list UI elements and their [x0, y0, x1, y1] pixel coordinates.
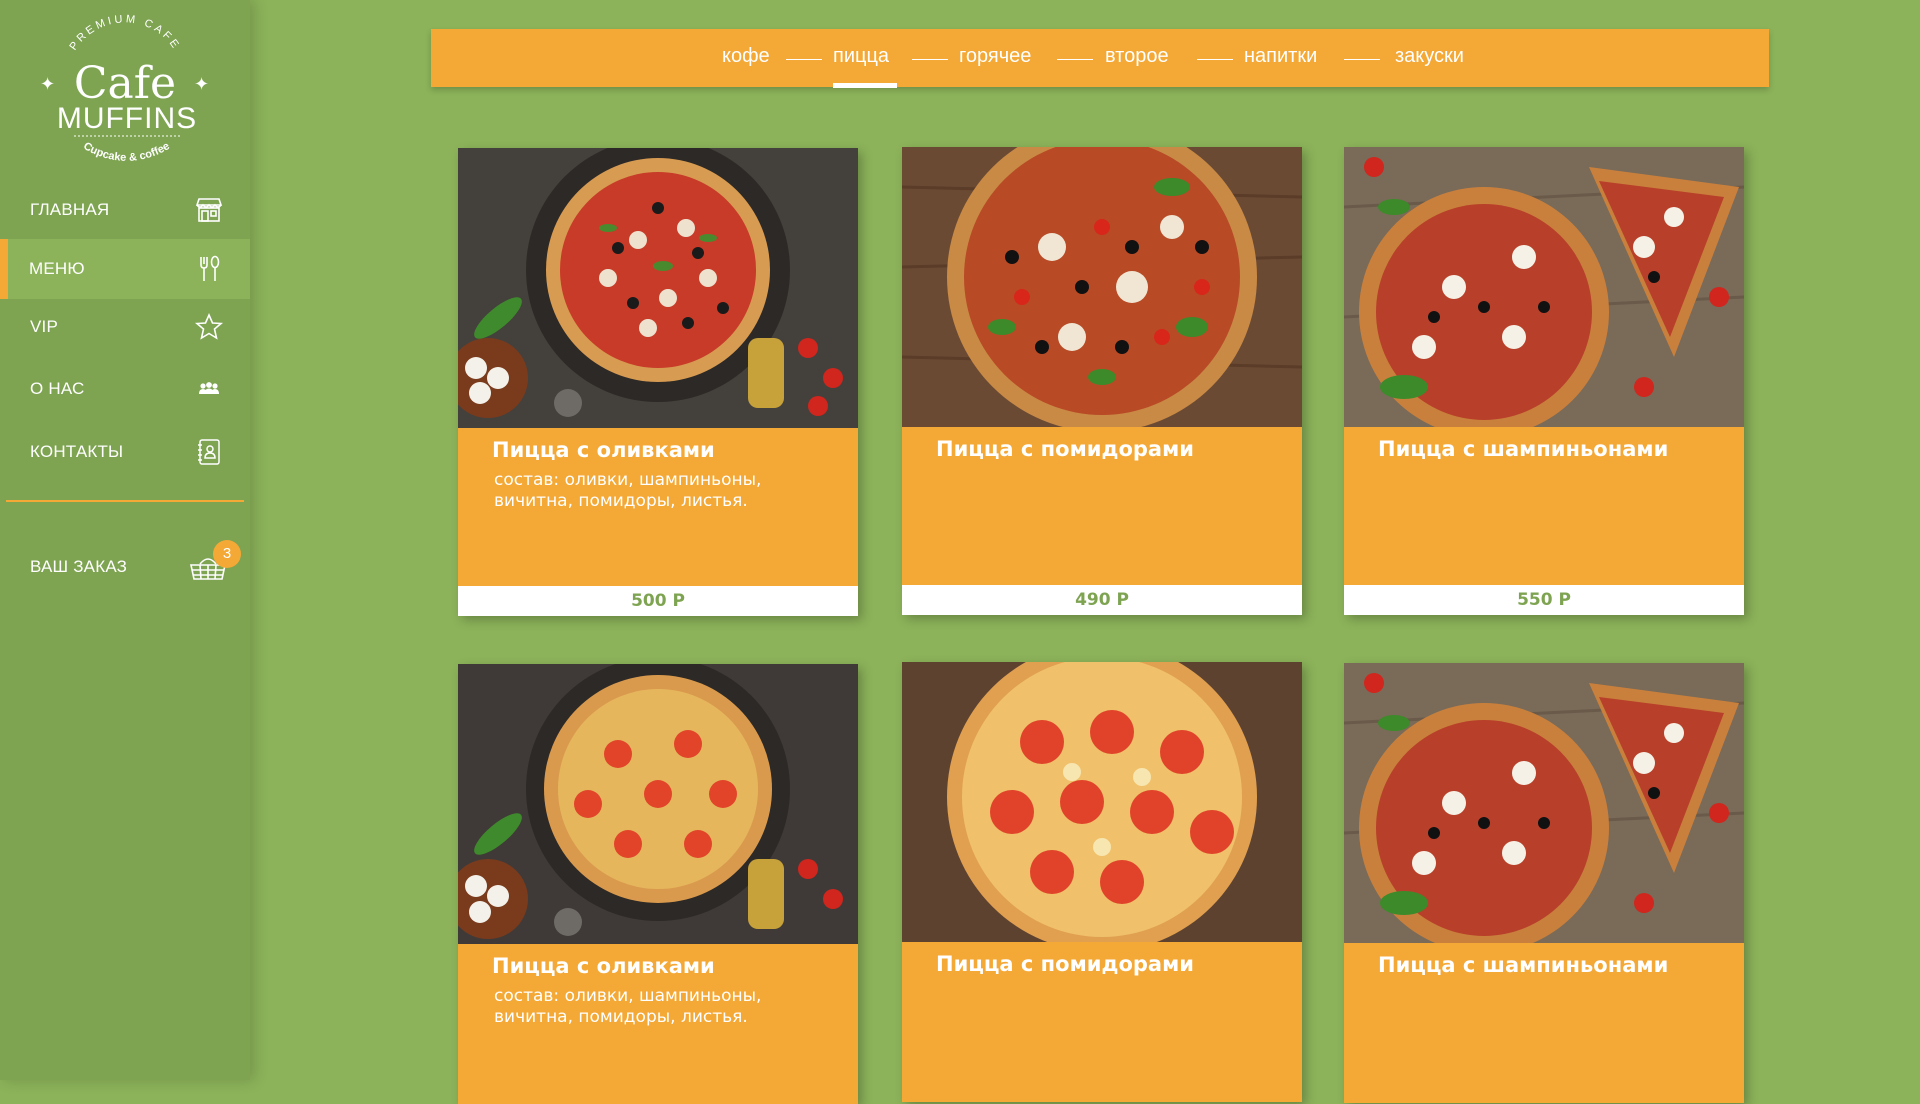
product-title: Пицца с шампиньонами	[1378, 437, 1669, 461]
sidebar-item-label: ГЛАВНАЯ	[30, 200, 110, 219]
tab-snacks[interactable]: закуски	[1395, 45, 1464, 68]
sidebar: PREMIUM CAFE Cafe ✦ ✦ MUFFINS Cupcake & …	[0, 0, 250, 1080]
tab-coffee[interactable]: кофе	[722, 45, 770, 68]
tab-drinks[interactable]: напитки	[1244, 45, 1317, 68]
tab-main-course[interactable]: второе	[1105, 45, 1169, 68]
pizza-olives-image	[458, 148, 858, 428]
sidebar-item-menu[interactable]: МЕНЮ	[0, 239, 250, 299]
product-title: Пицца с оливками	[492, 954, 715, 978]
tab-hot[interactable]: горячее	[959, 45, 1031, 68]
cart-count-badge: 3	[213, 540, 241, 568]
product-card[interactable]: Пицца с помидорами	[902, 662, 1302, 1102]
cafe-logo[interactable]: PREMIUM CAFE Cafe ✦ ✦ MUFFINS Cupcake & …	[30, 14, 220, 164]
contacts-book-icon	[194, 437, 224, 467]
sidebar-item-label: VIP	[30, 317, 59, 336]
sidebar-item-contacts[interactable]: КОНТАКТЫ	[0, 422, 250, 482]
product-description: состав: оливки, шампиньоны, вичитна, пом…	[494, 470, 762, 511]
tab-pizza[interactable]: пицца	[833, 45, 889, 68]
product-card[interactable]: Пицца с шампиньонами 550 Р	[1344, 147, 1744, 615]
sidebar-item-about[interactable]: О НАС	[0, 359, 250, 419]
store-icon	[194, 195, 224, 225]
logo-name-line2: MUFFINS	[57, 102, 197, 135]
product-price: 500 Р	[458, 586, 858, 616]
order-button[interactable]: ВАШ ЗАКАЗ	[0, 537, 250, 597]
pizza-tomatoes-image	[902, 662, 1302, 942]
category-bar: кофе пицца горячее второе напитки закуск…	[431, 29, 1769, 87]
sidebar-item-home[interactable]: ГЛАВНАЯ	[0, 180, 250, 240]
svg-text:✦: ✦	[194, 74, 209, 95]
pizza-mushrooms-image	[1344, 663, 1744, 943]
fork-spoon-icon	[194, 254, 224, 284]
order-label: ВАШ ЗАКАЗ	[30, 557, 128, 576]
svg-text:Cupcake & coffee: Cupcake & coffee	[81, 140, 172, 164]
product-card[interactable]: Пицца с оливками состав: оливки, шампинь…	[458, 148, 858, 616]
sidebar-divider	[6, 500, 244, 502]
pizza-mushrooms-image	[1344, 147, 1744, 427]
product-card[interactable]: Пицца с помидорами 490 Р	[902, 147, 1302, 615]
product-description: состав: оливки, шампиньоны, вичитна, пом…	[494, 986, 762, 1027]
sidebar-item-label: О НАС	[30, 379, 85, 398]
product-price: 490 Р	[902, 585, 1302, 615]
svg-text:PREMIUM CAFE: PREMIUM CAFE	[67, 14, 182, 53]
product-price: 550 Р	[1344, 585, 1744, 615]
active-tab-indicator	[833, 83, 897, 88]
product-title: Пицца с помидорами	[936, 952, 1194, 976]
product-card[interactable]: Пицца с шампиньонами	[1344, 663, 1744, 1103]
pizza-olives-image	[458, 664, 858, 944]
svg-text:✦: ✦	[40, 74, 55, 95]
people-icon	[194, 374, 224, 404]
product-title: Пицца с шампиньонами	[1378, 953, 1669, 977]
product-title: Пицца с помидорами	[936, 437, 1194, 461]
product-card[interactable]: Пицца с оливками состав: оливки, шампинь…	[458, 664, 858, 1104]
sidebar-item-label: МЕНЮ	[29, 259, 85, 278]
logo-tagline: Cupcake & coffee	[81, 140, 172, 164]
sidebar-item-vip[interactable]: VIP	[0, 297, 250, 357]
logo-top-text: PREMIUM CAFE	[67, 14, 179, 53]
star-icon	[194, 312, 224, 342]
product-title: Пицца с оливками	[492, 438, 715, 462]
pizza-tomatoes-image	[902, 147, 1302, 427]
sidebar-item-label: КОНТАКТЫ	[30, 442, 124, 461]
